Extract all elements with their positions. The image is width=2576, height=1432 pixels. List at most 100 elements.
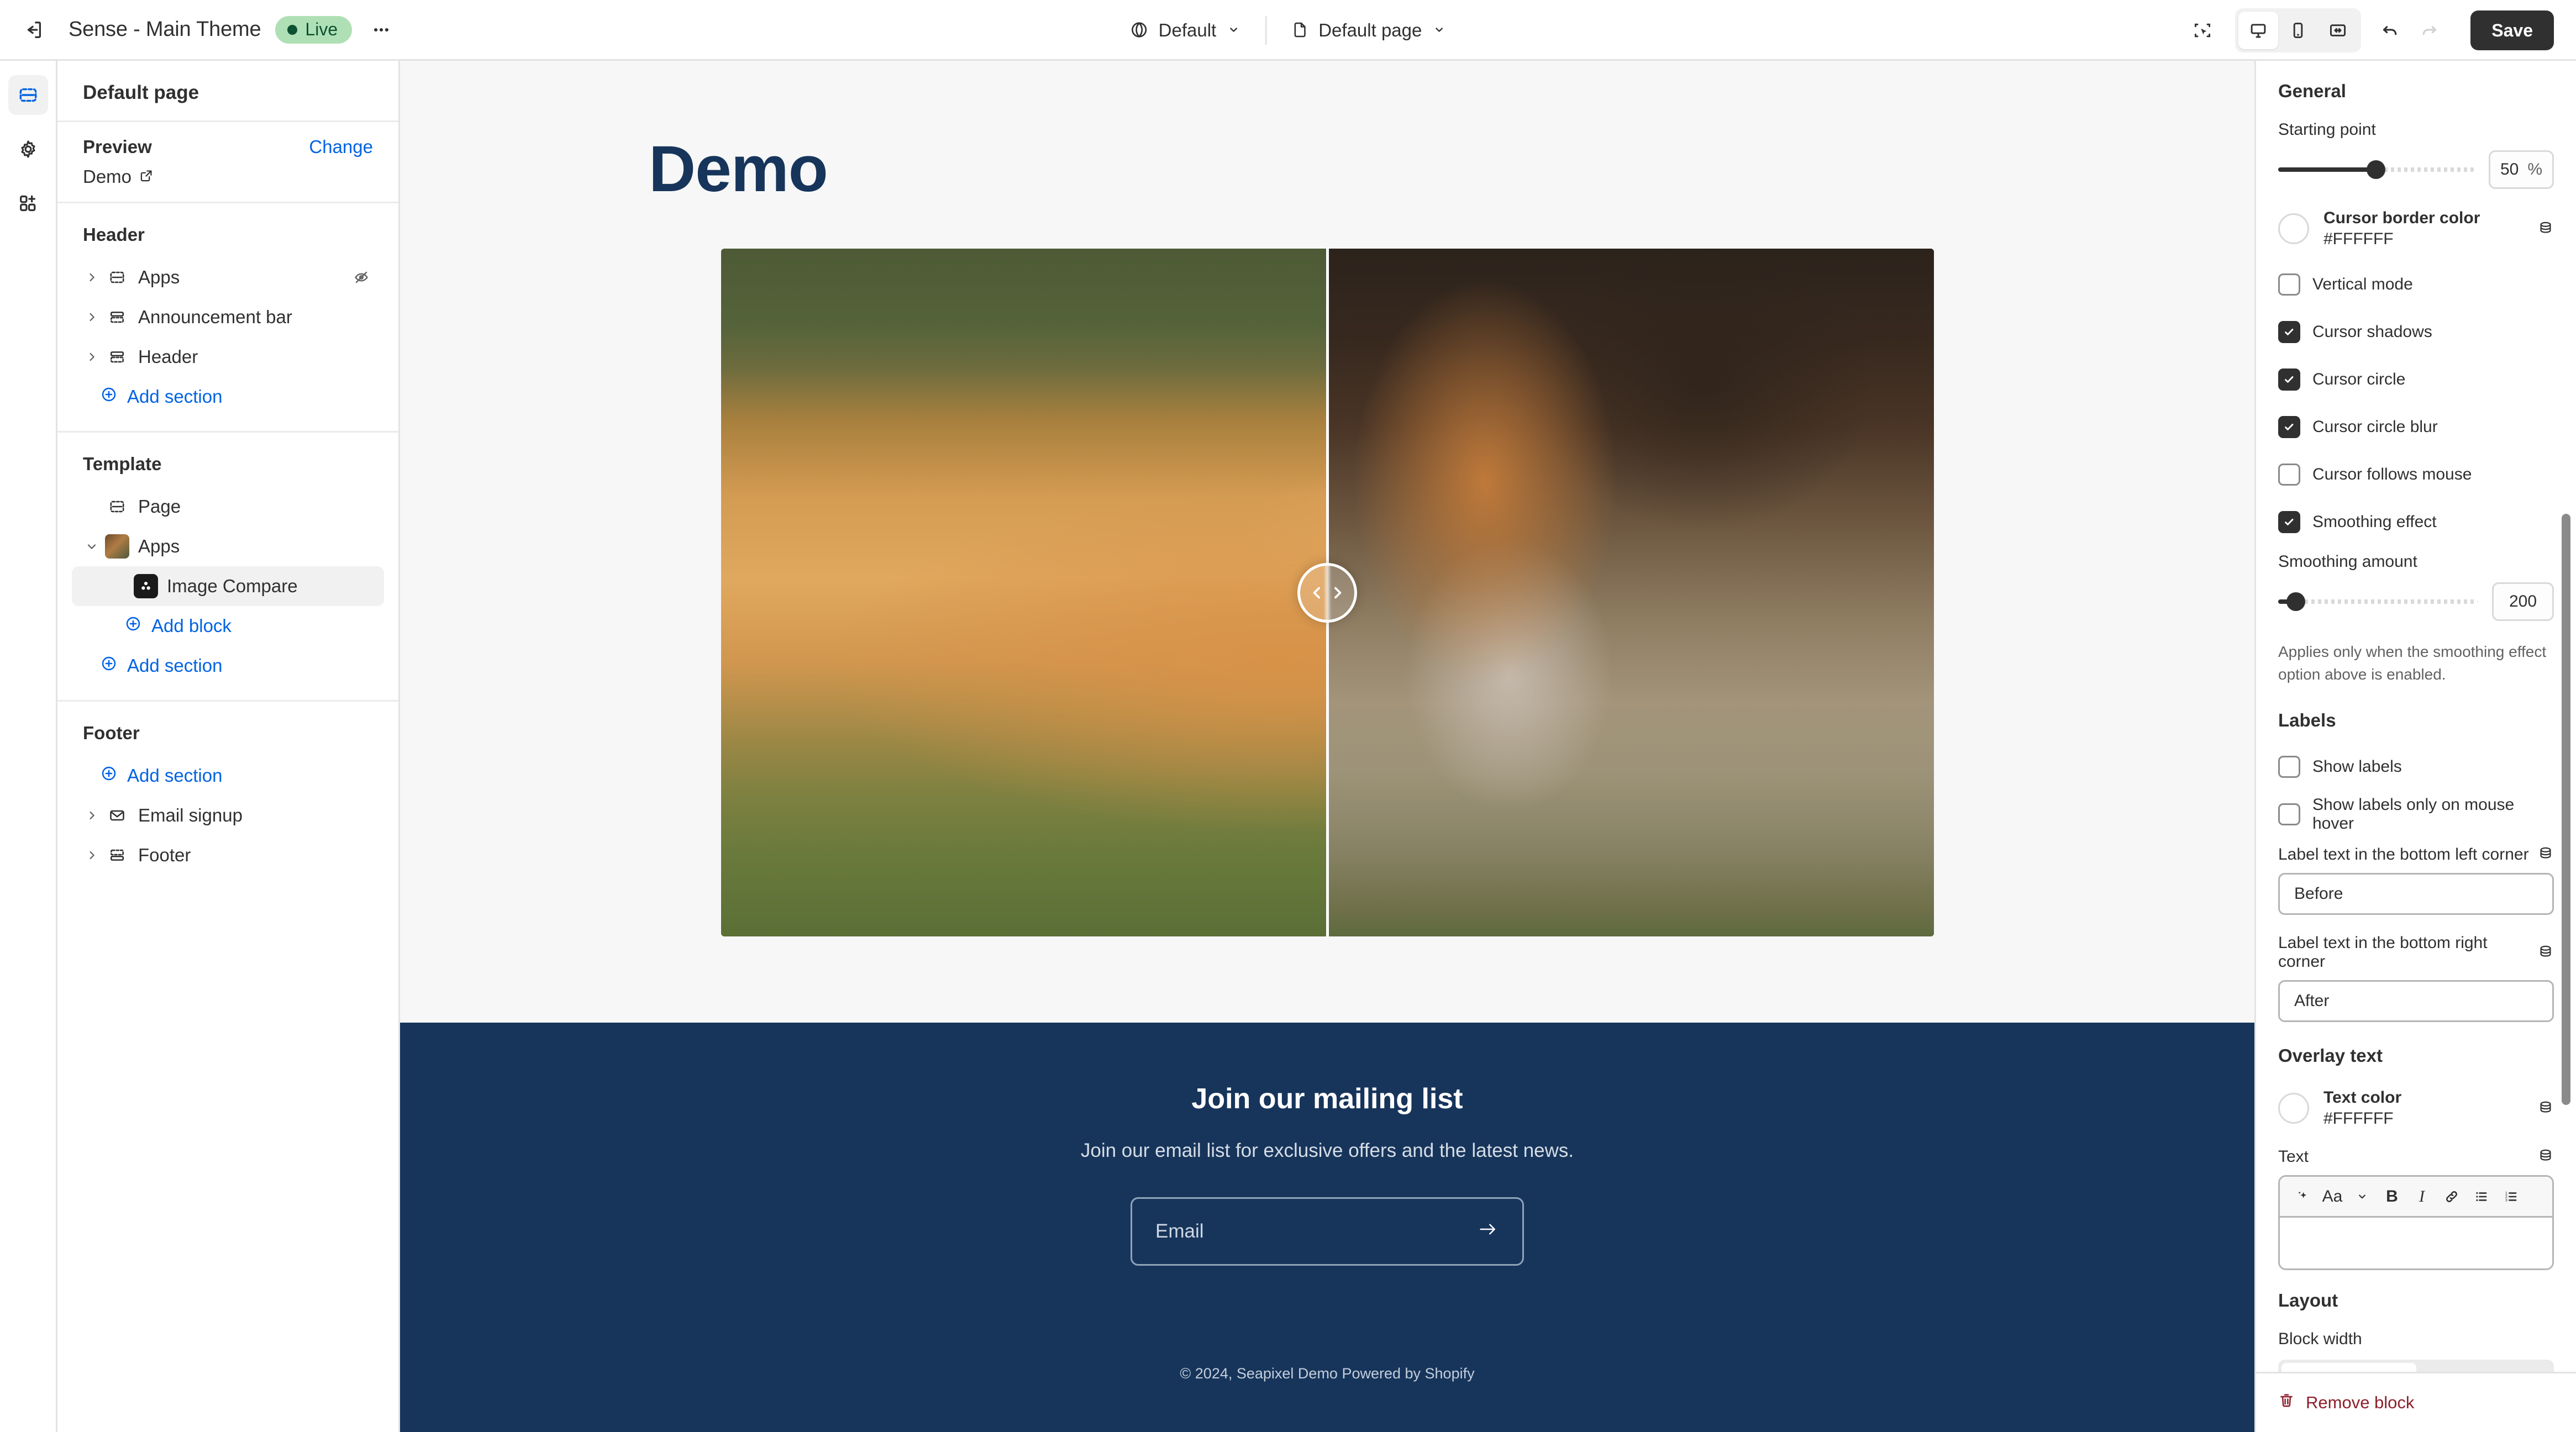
block-width-segmented-control[interactable] (2278, 1360, 2554, 1372)
hidden-eye-icon[interactable] (353, 269, 375, 286)
chevron-down-icon[interactable] (81, 540, 103, 553)
chevron-down-icon[interactable] (2347, 1182, 2377, 1211)
link-icon[interactable] (2437, 1182, 2467, 1211)
compare-handle[interactable] (1297, 562, 1357, 623)
font-size-icon[interactable]: Aa (2317, 1182, 2347, 1211)
checkbox-box (2278, 803, 2300, 826)
desktop-icon[interactable] (2238, 12, 2279, 49)
checkbox-smoothing-effect[interactable]: Smoothing effect (2278, 505, 2554, 539)
add-section-header-button[interactable]: Add section (72, 377, 384, 417)
checkbox-box (2278, 273, 2300, 296)
checkbox-label: Cursor shadows (2312, 323, 2432, 341)
color-swatch[interactable] (2278, 1093, 2309, 1124)
settings-scroll-area[interactable]: General Starting point 50 % Cursor borde… (2256, 61, 2576, 1372)
chevron-right-icon[interactable] (81, 849, 103, 862)
sidebar-item-header[interactable]: Header (72, 337, 384, 377)
right-label-input[interactable] (2278, 980, 2554, 1023)
database-icon[interactable] (2537, 1147, 2554, 1166)
apps-add-icon[interactable] (8, 183, 48, 223)
sidebar-item-template-apps[interactable]: Apps (72, 527, 384, 566)
exit-icon[interactable] (14, 10, 53, 49)
layout-heading: Layout (2278, 1290, 2338, 1311)
checkbox-cursor-circle-blur[interactable]: Cursor circle blur (2278, 410, 2554, 444)
preview-value-label: Demo (83, 166, 132, 187)
chevron-right-icon[interactable] (81, 310, 103, 324)
database-icon[interactable] (2537, 943, 2554, 962)
checkbox-show-labels[interactable]: Show labels (2278, 750, 2554, 784)
chevron-right-icon[interactable] (81, 350, 103, 364)
change-preview-link[interactable]: Change (309, 136, 373, 157)
add-block-label: Add block (151, 615, 232, 636)
group-template-heading: Template (83, 454, 162, 474)
database-icon[interactable] (2537, 219, 2554, 239)
preview-group: Preview Change Demo (57, 120, 398, 202)
color-swatch[interactable] (2278, 213, 2309, 244)
chevron-right-icon[interactable] (81, 809, 103, 822)
add-section-footer-button[interactable]: Add section (72, 756, 384, 796)
checkbox-show-labels-hover[interactable]: Show labels only on mouse hover (2278, 796, 2554, 833)
trash-icon (2278, 1392, 2295, 1413)
database-icon[interactable] (2537, 1099, 2554, 1118)
checkbox-label: Cursor circle blur (2312, 418, 2438, 436)
sidebar-item-header-apps[interactable]: Apps (72, 257, 384, 297)
gear-icon[interactable] (8, 129, 48, 169)
remove-block-button[interactable]: Remove block (2278, 1389, 2414, 1417)
sidebar-item-announcement-bar[interactable]: Announcement bar (72, 297, 384, 337)
checkbox-cursor-circle[interactable]: Cursor circle (2278, 362, 2554, 397)
overlay-text-color-row: Text color #FFFFFF (2278, 1088, 2554, 1128)
starting-point-number: 50 (2500, 160, 2519, 178)
right-label-row: Label text in the bottom right corner (2278, 934, 2554, 971)
undo-icon[interactable] (2371, 11, 2410, 50)
block-width-option-2[interactable] (2416, 1363, 2551, 1372)
newsletter-email-input[interactable]: Email (1131, 1197, 1524, 1266)
overlay-text-caption: Text (2278, 1147, 2309, 1166)
bold-icon[interactable]: B (2377, 1182, 2407, 1211)
cursor-border-color-hex: #FFFFFF (2323, 230, 2394, 248)
inspector-icon[interactable] (2183, 11, 2222, 50)
theme-name: Sense - Main Theme (69, 18, 261, 41)
starting-point-slider[interactable] (2278, 160, 2474, 179)
preview-label: Preview (83, 136, 152, 157)
preview-canvas[interactable]: Demo Join our mailing list Join our emai… (400, 61, 2254, 1432)
italic-icon[interactable]: I (2407, 1182, 2437, 1211)
block-width-option-1[interactable] (2281, 1363, 2416, 1372)
smoothing-amount-number: 200 (2509, 592, 2537, 610)
mobile-icon[interactable] (2278, 12, 2318, 49)
left-label-input[interactable] (2278, 873, 2554, 915)
numbered-list-icon[interactable]: 123 (2496, 1182, 2526, 1211)
general-heading: General (2278, 81, 2346, 101)
sidebar-item-footer[interactable]: Footer (72, 835, 384, 875)
market-selector[interactable]: Default (1119, 10, 1252, 50)
checkbox-cursor-shadows[interactable]: Cursor shadows (2278, 315, 2554, 349)
add-block-button[interactable]: Add block (72, 606, 384, 646)
starting-point-label: Starting point (2278, 120, 2376, 139)
sidebar-block-image-compare[interactable]: Image Compare (72, 566, 384, 606)
settings-scrollbar[interactable] (2562, 514, 2570, 1105)
plus-circle-icon (101, 765, 117, 786)
fullwidth-icon[interactable] (2318, 12, 2358, 49)
sidebar-item-email-signup[interactable]: Email signup (72, 796, 384, 835)
chevron-right-icon[interactable] (81, 271, 103, 284)
smoothing-amount-slider[interactable] (2278, 592, 2478, 611)
ai-sparkle-icon[interactable] (2288, 1182, 2317, 1211)
add-section-template-button[interactable]: Add section (72, 646, 384, 686)
checkbox-box (2278, 416, 2300, 438)
page-selector[interactable]: Default page (1280, 10, 1457, 50)
ellipsis-icon[interactable] (362, 10, 401, 49)
image-compare-widget[interactable] (721, 249, 1934, 936)
starting-point-value[interactable]: 50 % (2488, 150, 2554, 189)
bulleted-list-icon[interactable] (2467, 1182, 2496, 1211)
checkbox-cursor-follows-mouse[interactable]: Cursor follows mouse (2278, 457, 2554, 492)
smoothing-amount-value[interactable]: 200 (2492, 582, 2554, 621)
preview-value[interactable]: Demo (72, 166, 384, 187)
block-width-label: Block width (2278, 1330, 2362, 1349)
checkbox-vertical-mode[interactable]: Vertical mode (2278, 267, 2554, 302)
database-icon[interactable] (2537, 845, 2554, 864)
page-icon (1291, 21, 1308, 40)
save-button[interactable]: Save (2470, 10, 2554, 50)
arrow-right-icon[interactable] (1477, 1219, 1499, 1244)
sections-icon[interactable] (8, 75, 48, 115)
sidebar-item-page[interactable]: Page (72, 487, 384, 527)
rich-text-body[interactable] (2280, 1218, 2552, 1269)
sidebar-block-label: Image Compare (167, 576, 298, 596)
